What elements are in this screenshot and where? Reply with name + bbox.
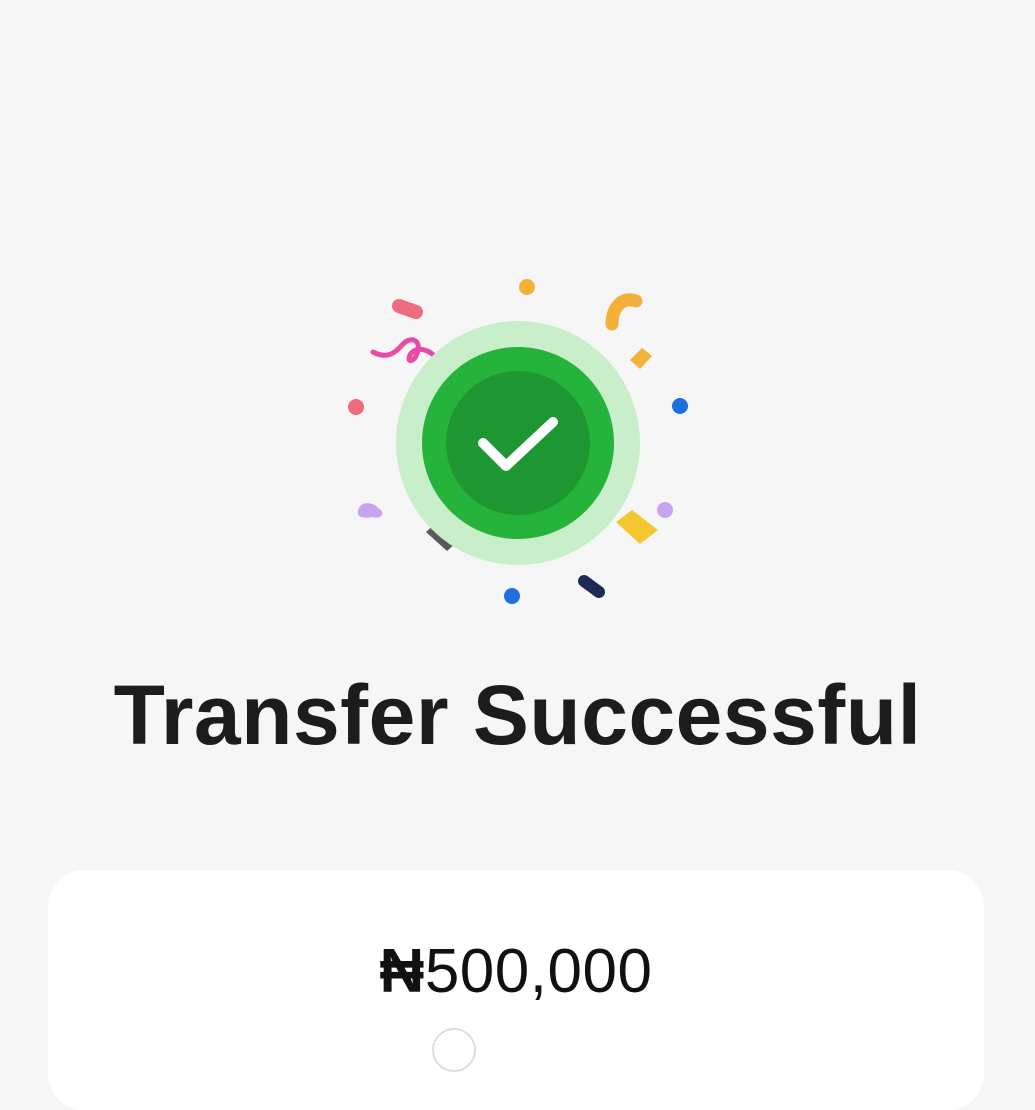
amount-card: ₦500,000 [48, 870, 984, 1110]
page-title: Transfer Successful [113, 668, 922, 762]
transfer-amount: ₦500,000 [48, 932, 984, 1012]
check-circle-icon [396, 321, 640, 565]
amount-number: 500,000 [424, 937, 653, 1006]
success-graphic [348, 279, 688, 604]
currency-symbol: ₦ [379, 937, 425, 1006]
